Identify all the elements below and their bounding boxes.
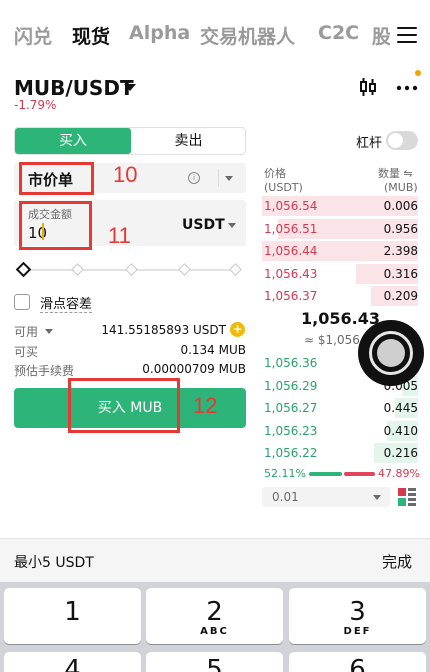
divider bbox=[218, 169, 219, 187]
depth-step-value: 0.01 bbox=[272, 490, 299, 504]
book-layout-icon[interactable] bbox=[398, 488, 416, 506]
price-unit: (USDT) bbox=[264, 181, 303, 194]
fee-label: 预估手续费 bbox=[14, 364, 75, 378]
leverage-label: 杠杆 bbox=[356, 136, 383, 151]
annotation-number: 12 bbox=[193, 393, 218, 418]
more-icon[interactable] bbox=[396, 78, 418, 96]
top-nav: 闪兑 现货 Alpha 交易机器人 C2C 股 bbox=[0, 0, 430, 70]
tab-trading-bots[interactable]: 交易机器人 bbox=[200, 22, 295, 49]
bid-price: 1,056.23 bbox=[264, 424, 318, 438]
assistive-core bbox=[377, 339, 405, 367]
buy-ratio: 52.11% bbox=[264, 467, 306, 480]
bid-price: 1,056.27 bbox=[264, 401, 318, 415]
bid-price: 1,056.22 bbox=[264, 446, 318, 460]
toggle-knob bbox=[388, 133, 403, 148]
minimum-hint: 最小5 USDT bbox=[14, 555, 94, 571]
slider-mark-100[interactable] bbox=[229, 263, 242, 276]
tab-alpha[interactable]: Alpha bbox=[129, 22, 190, 44]
done-button[interactable]: 完成 bbox=[382, 551, 412, 572]
price-change: -1.79% bbox=[14, 98, 57, 112]
slider-mark-25[interactable] bbox=[71, 263, 84, 276]
notification-dot bbox=[415, 70, 421, 76]
tab-spot[interactable]: 现货 bbox=[72, 22, 110, 49]
available-label[interactable]: 可用 bbox=[14, 323, 53, 340]
info-icon[interactable]: i bbox=[188, 172, 200, 184]
annotation-box-buy-button bbox=[68, 378, 180, 433]
slider-mark-75[interactable] bbox=[178, 263, 191, 276]
bid-qty: 0.445 bbox=[383, 401, 418, 415]
depth-step-select[interactable]: 0.01 bbox=[262, 487, 390, 507]
assistive-touch-button[interactable] bbox=[358, 320, 424, 386]
ask-qty: 0.956 bbox=[383, 222, 418, 236]
leverage-toggle[interactable] bbox=[386, 131, 418, 150]
chevron-down-icon[interactable] bbox=[228, 223, 236, 228]
tab-stocks[interactable]: 股 bbox=[372, 22, 390, 49]
key-5[interactable]: 5 bbox=[146, 652, 283, 672]
qty-header[interactable]: 数量 ⇋ bbox=[378, 165, 413, 181]
key-1[interactable]: 1 bbox=[4, 588, 141, 644]
bid-row[interactable]: 1,056.27 0.445 bbox=[262, 398, 418, 418]
sell-ratio: 47.89% bbox=[378, 467, 420, 480]
bid-row[interactable]: 1,056.23 0.410 bbox=[262, 421, 418, 441]
hamburger-icon[interactable] bbox=[397, 26, 417, 44]
ask-price: 1,056.51 bbox=[264, 222, 318, 236]
fee-value: 0.00000709 MUB bbox=[142, 362, 246, 376]
ask-price: 1,056.37 bbox=[264, 289, 318, 303]
chevron-down-icon[interactable] bbox=[44, 329, 53, 334]
pair-symbol[interactable]: MUB/USDT bbox=[14, 76, 134, 100]
keyboard-toolbar: 最小5 USDT 完成 bbox=[0, 538, 430, 582]
ask-price: 1,056.44 bbox=[264, 244, 318, 258]
ask-row[interactable]: 1,056.44 2.398 bbox=[262, 241, 418, 261]
buy-sell-switch: 买入 卖出 bbox=[14, 127, 246, 155]
bid-price: 1,056.36 bbox=[264, 356, 318, 370]
slippage-checkbox[interactable] bbox=[14, 294, 30, 310]
chevron-down-icon[interactable] bbox=[225, 176, 233, 181]
available-value: 141.55185893 USDT bbox=[101, 323, 226, 337]
tab-c2c[interactable]: C2C bbox=[318, 22, 359, 44]
key-2[interactable]: 2 ABC bbox=[146, 588, 283, 644]
tab-flash-swap[interactable]: 闪兑 bbox=[14, 22, 52, 49]
ask-qty: 0.209 bbox=[383, 289, 418, 303]
last-price-usd: ≈ $1,056 bbox=[304, 333, 360, 347]
last-price[interactable]: 1,056.43 bbox=[301, 309, 380, 328]
ask-row[interactable]: 1,056.37 0.209 bbox=[262, 286, 418, 306]
slider-handle[interactable] bbox=[15, 261, 32, 278]
slider-mark-50[interactable] bbox=[125, 263, 138, 276]
annotation-box-amount bbox=[19, 201, 92, 250]
key-6[interactable]: 6 bbox=[289, 652, 426, 672]
numeric-keyboard: 1 2 ABC 3 DEF 4 5 6 bbox=[0, 582, 430, 672]
annotation-number: 10 bbox=[113, 162, 138, 187]
sell-tab[interactable]: 卖出 bbox=[131, 128, 245, 154]
ask-row[interactable]: 1,056.51 0.956 bbox=[262, 219, 418, 239]
slippage-label[interactable]: 滑点容差 bbox=[40, 293, 93, 313]
bid-qty: 0.410 bbox=[383, 424, 418, 438]
price-header: 价格 bbox=[264, 167, 286, 180]
annotation-box-order-type bbox=[19, 162, 94, 195]
bid-row[interactable]: 1,056.22 0.216 bbox=[262, 443, 418, 463]
ask-qty: 0.316 bbox=[383, 267, 418, 281]
ask-qty: 2.398 bbox=[383, 244, 418, 258]
ask-price: 1,056.43 bbox=[264, 267, 318, 281]
annotation-number: 11 bbox=[108, 223, 131, 248]
ask-qty: 0.006 bbox=[383, 199, 418, 213]
ask-row[interactable]: 1,056.54 0.006 bbox=[262, 196, 418, 216]
chevron-down-icon[interactable] bbox=[124, 84, 136, 91]
buy-ratio-bar bbox=[309, 472, 342, 476]
bid-qty: 0.216 bbox=[383, 446, 418, 460]
key-4[interactable]: 4 bbox=[4, 652, 141, 672]
can-buy-label: 可买 bbox=[14, 345, 39, 359]
chevron-down-icon[interactable] bbox=[373, 495, 381, 500]
candlestick-icon[interactable] bbox=[358, 77, 378, 97]
bid-price: 1,056.29 bbox=[264, 379, 318, 393]
qty-unit: (MUB) bbox=[384, 181, 418, 194]
key-3[interactable]: 3 DEF bbox=[289, 588, 426, 644]
buy-tab[interactable]: 买入 bbox=[15, 128, 131, 154]
add-funds-icon[interactable]: + bbox=[230, 322, 245, 337]
can-buy-value: 0.134 MUB bbox=[180, 343, 246, 357]
amount-unit-select[interactable]: USDT bbox=[182, 217, 225, 233]
ask-price: 1,056.54 bbox=[264, 199, 318, 213]
ask-row[interactable]: 1,056.43 0.316 bbox=[262, 264, 418, 284]
sell-ratio-bar bbox=[344, 472, 375, 476]
